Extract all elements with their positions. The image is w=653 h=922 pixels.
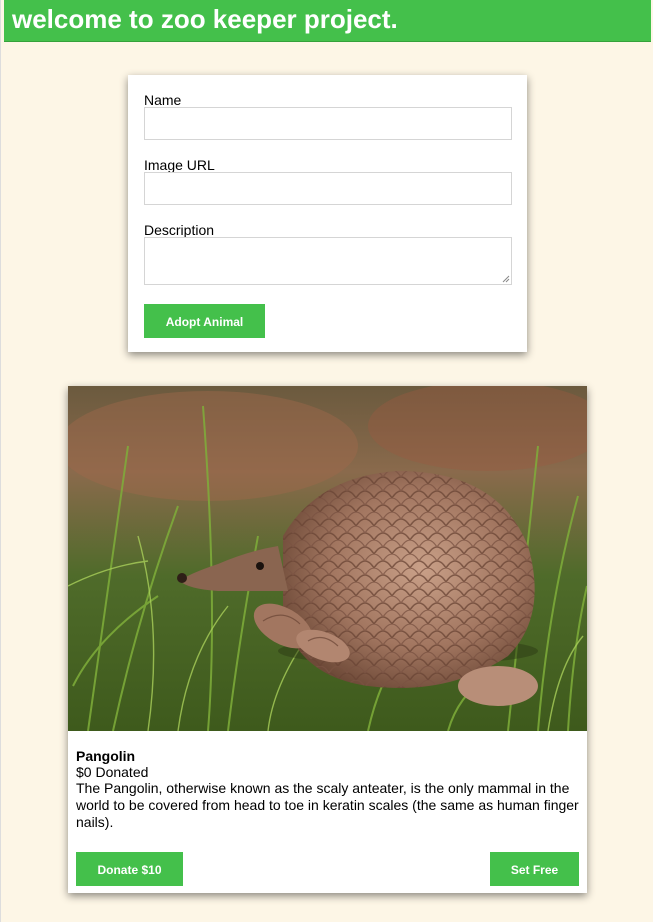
animal-donated-amount: $0 Donated (76, 764, 149, 780)
name-input[interactable] (144, 107, 512, 140)
image-url-label: Image URL (144, 157, 215, 173)
animal-image (68, 386, 587, 731)
description-textarea[interactable] (144, 237, 512, 285)
page-header: welcome to zoo keeper project. (4, 0, 651, 42)
animal-card: Pangolin $0 Donated The Pangolin, otherw… (68, 386, 587, 893)
set-free-button[interactable]: Set Free (490, 852, 579, 886)
description-label: Description (144, 222, 215, 238)
name-label: Name (144, 92, 182, 108)
adopt-animal-button[interactable]: Adopt Animal (144, 304, 265, 338)
animal-name: Pangolin (76, 748, 136, 764)
page-title: welcome to zoo keeper project. (12, 4, 398, 34)
donate-button[interactable]: Donate $10 (76, 852, 183, 886)
image-url-input[interactable] (144, 172, 512, 205)
adopt-animal-form: Name Image URL Description Adopt Animal (128, 75, 527, 352)
resize-grip-icon[interactable] (502, 275, 510, 283)
animal-description: The Pangolin, otherwise known as the sca… (76, 780, 579, 830)
